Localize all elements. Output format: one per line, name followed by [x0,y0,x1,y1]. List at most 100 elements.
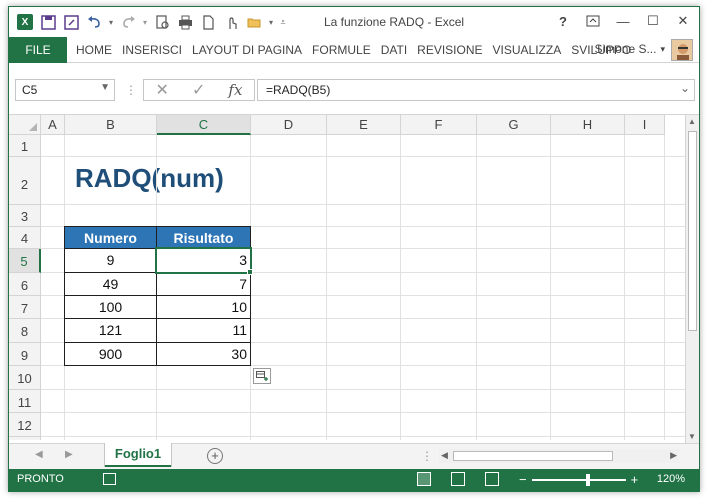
save-as-icon[interactable] [61,12,81,32]
row-header-13[interactable]: 13 [9,437,41,440]
column-header-e[interactable]: E [327,115,401,135]
vertical-scroll-thumb[interactable] [688,131,697,331]
table-cell-risultato[interactable]: 10 [156,295,251,319]
sheet-prev-icon[interactable]: ◀ [35,449,43,460]
chevron-down-icon[interactable]: ▼ [100,82,110,93]
row-header-7[interactable]: 7 [9,296,41,319]
tab-home[interactable]: HOME [71,43,117,57]
tab-formule[interactable]: FORMULE [307,43,376,57]
zoom-slider-knob[interactable] [585,473,590,486]
open-folder-icon[interactable] [244,12,264,32]
table-cell-numero[interactable]: 121 [64,318,157,343]
tab-inserisci[interactable]: INSERISCI [117,43,187,57]
vertical-scrollbar[interactable]: ▲ ▼ [685,115,699,443]
add-sheet-button[interactable]: + [207,448,223,464]
page-layout-view-icon[interactable] [451,472,465,486]
table-cell-risultato[interactable]: 7 [156,272,251,296]
column-header-i[interactable]: I [625,115,665,135]
tab-dati[interactable]: DATI [376,43,412,57]
row-header-9[interactable]: 9 [9,343,41,366]
customize-toolbar-icon[interactable]: ⩡ [278,12,288,32]
excel-logo-icon[interactable]: X [15,12,35,32]
row-header-10[interactable]: 10 [9,366,41,390]
print-icon[interactable] [175,12,195,32]
touch-mode-icon[interactable] [221,12,241,32]
column-header-c[interactable]: C [157,115,251,135]
row-header-11[interactable]: 11 [9,390,41,413]
column-header-g[interactable]: G [477,115,551,135]
maximize-button[interactable]: ☐ [641,11,665,31]
name-box[interactable]: C5 ▼ [15,79,115,101]
sheet-title[interactable]: RADQ(num) [75,163,224,194]
quick-access-toolbar: X ▾ ▾ ▾ ⩡ [15,12,288,32]
file-tab[interactable]: FILE [9,37,67,63]
close-button[interactable]: ✕ [671,11,695,31]
row-header-2[interactable]: 2 [9,157,41,205]
column-header-b[interactable]: B [65,115,157,135]
zoom-out-button[interactable]: − [519,472,527,487]
expand-formula-icon[interactable]: ⌄ [680,81,690,95]
scroll-left-icon[interactable]: ◀ [441,450,448,461]
undo-icon[interactable] [84,12,104,32]
column-header-f[interactable]: F [401,115,477,135]
quick-analysis-icon[interactable] [253,368,271,384]
table-header-risultato[interactable]: Risultato [156,226,251,249]
scroll-up-icon[interactable]: ▲ [688,117,696,126]
macro-record-icon[interactable] [103,473,116,485]
user-dropdown-icon[interactable]: ▾ [660,44,665,55]
worksheet-grid[interactable]: RADQ(num) ABCDEFGHI12345678910111213Nume… [9,115,685,440]
row-header-3[interactable]: 3 [9,205,41,227]
user-account[interactable]: Simone S... ▾ [594,42,665,56]
table-cell-numero[interactable]: 49 [64,272,157,296]
fill-handle[interactable] [247,269,253,275]
redo-dropdown-icon[interactable]: ▾ [141,12,149,32]
row-header-1[interactable]: 1 [9,135,41,157]
select-all-corner[interactable] [9,115,41,135]
row-header-12[interactable]: 12 [9,413,41,437]
new-document-icon[interactable] [198,12,218,32]
row-header-5[interactable]: 5 [9,249,41,273]
column-header-d[interactable]: D [251,115,327,135]
folder-dropdown-icon[interactable]: ▾ [267,12,275,32]
table-cell-numero[interactable]: 9 [64,248,157,273]
page-break-view-icon[interactable] [485,472,499,486]
enter-icon[interactable]: ✓ [192,80,205,100]
table-cell-numero[interactable]: 900 [64,342,157,366]
scroll-down-icon[interactable]: ▼ [688,432,696,441]
formula-input[interactable]: =RADQ(B5) ⌄ [257,79,695,101]
normal-view-icon[interactable] [417,472,431,486]
tab-foglio1[interactable]: Foglio1 [105,443,171,467]
column-header-a[interactable]: A [41,115,65,135]
row-header-4[interactable]: 4 [9,227,41,249]
table-cell-risultato[interactable]: 3 [156,248,251,273]
scroll-right-icon[interactable]: ▶ [670,450,677,461]
sheet-next-icon[interactable]: ▶ [65,449,73,460]
help-button[interactable]: ? [551,11,575,31]
avatar[interactable] [671,39,693,61]
undo-dropdown-icon[interactable]: ▾ [107,12,115,32]
insert-function-icon[interactable]: fx [228,81,242,99]
table-cell-risultato[interactable]: 30 [156,342,251,366]
ribbon-display-button[interactable] [581,11,605,31]
table-header-numero[interactable]: Numero [64,226,157,249]
tab-layout-di-pagina[interactable]: LAYOUT DI PAGINA [187,43,307,57]
separator-icon[interactable]: ⋮ [125,83,137,97]
redo-icon[interactable] [118,12,138,32]
tab-split-icon[interactable]: ⋮ [421,449,433,463]
horizontal-scroll-thumb[interactable] [453,451,613,461]
row-header-8[interactable]: 8 [9,319,41,343]
table-cell-numero[interactable]: 100 [64,295,157,319]
save-icon[interactable] [38,12,58,32]
zoom-slider[interactable] [531,473,626,486]
table-cell-risultato[interactable]: 11 [156,318,251,343]
horizontal-scrollbar[interactable]: ◀ ▶ [439,449,679,463]
tab-visualizza[interactable]: VISUALIZZA [488,43,567,57]
cancel-icon[interactable]: ✕ [156,80,169,100]
tab-revisione[interactable]: REVISIONE [412,43,487,57]
print-preview-icon[interactable] [152,12,172,32]
column-header-h[interactable]: H [551,115,625,135]
minimize-button[interactable]: — [611,11,635,31]
zoom-in-button[interactable]: + [631,472,639,487]
zoom-level[interactable]: 120% [657,473,685,485]
row-header-6[interactable]: 6 [9,273,41,296]
